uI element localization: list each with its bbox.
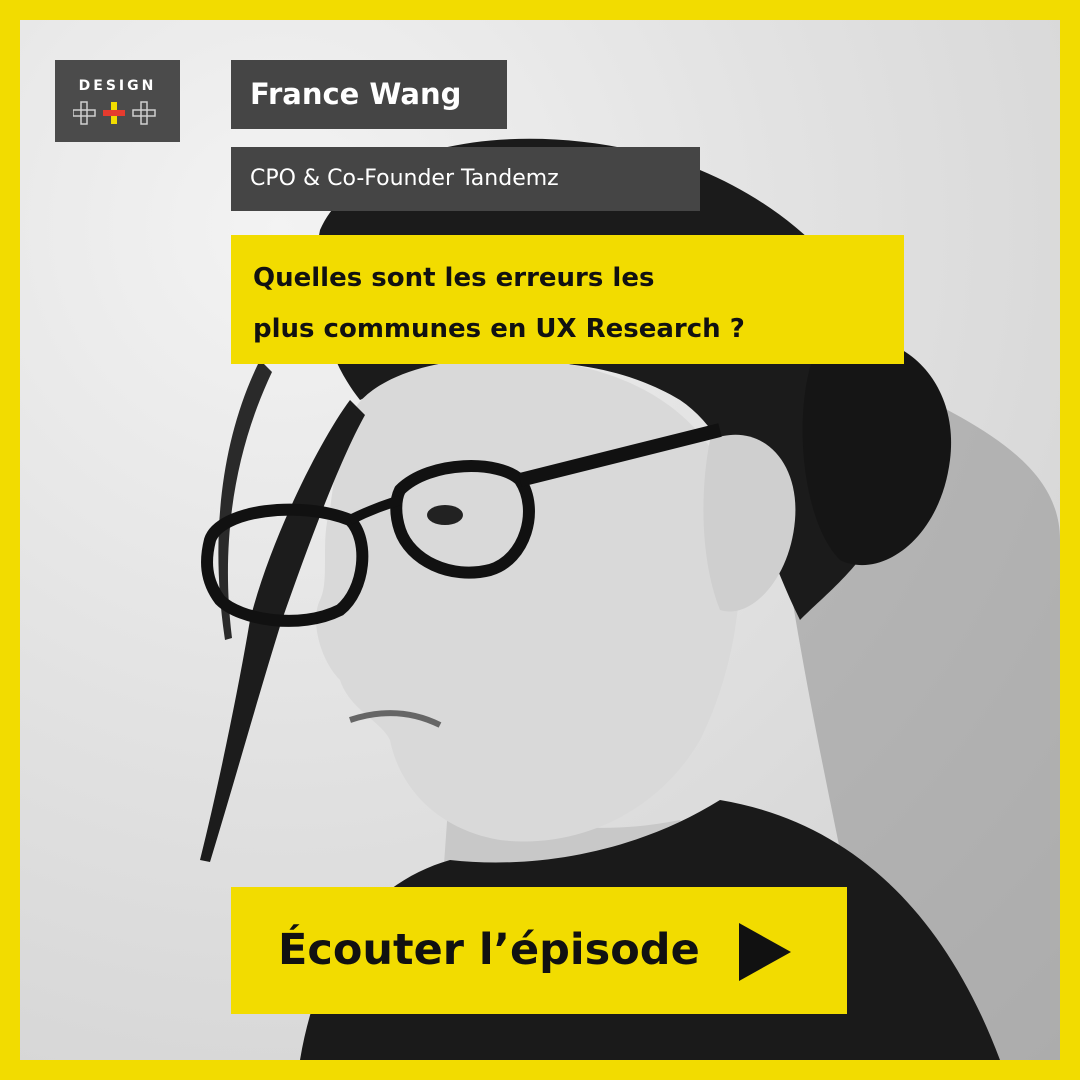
listen-episode-button[interactable]: Écouter l’épisode bbox=[231, 887, 847, 1014]
question-line-2: plus communes en UX Research ? bbox=[253, 314, 745, 344]
speaker-role: CPO & Co-Founder Tandemz bbox=[231, 147, 700, 211]
play-icon bbox=[739, 923, 791, 981]
plus-plus-plus-icon bbox=[73, 101, 156, 125]
logo-text: DESIGN bbox=[78, 78, 157, 94]
listen-episode-label: Écouter l’épisode bbox=[278, 925, 700, 975]
episode-question: Quelles sont les erreurs les plus commun… bbox=[231, 235, 904, 364]
question-line-1: Quelles sont les erreurs les bbox=[253, 263, 655, 293]
design-logo[interactable]: DESIGN bbox=[55, 60, 180, 142]
speaker-name: France Wang bbox=[231, 60, 507, 129]
